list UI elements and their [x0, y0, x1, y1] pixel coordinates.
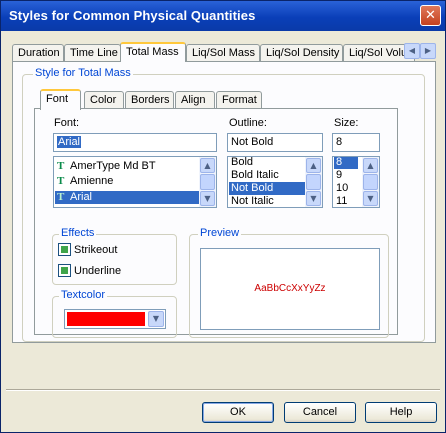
scroll-thumb[interactable] [200, 174, 215, 190]
button-separator [6, 389, 440, 391]
outline-option[interactable]: Not Italic [229, 195, 306, 207]
size-label: Size: [334, 117, 359, 129]
outline-label: Outline: [229, 117, 267, 129]
tab-font[interactable]: Font [40, 89, 81, 110]
font-option[interactable]: T AmerType Md BT [55, 160, 199, 173]
scroll-up-icon[interactable]: ▲ [363, 158, 378, 173]
font-option[interactable]: T Amienne [55, 175, 199, 188]
underline-label: Underline [74, 264, 122, 277]
outline-option-selected[interactable]: Not Bold [229, 182, 306, 195]
help-button[interactable]: Help [365, 402, 437, 423]
tab-duration[interactable]: Duration [12, 44, 64, 62]
outline-list[interactable]: Bold Bold Italic Not Bold Not Italic ▲ ▼ [227, 156, 323, 208]
ok-button[interactable]: OK [202, 402, 274, 423]
chevron-down-icon[interactable]: ▼ [148, 311, 164, 327]
tab-color[interactable]: Color [84, 91, 124, 109]
close-icon: ✕ [425, 8, 436, 23]
cancel-button[interactable]: Cancel [284, 402, 356, 423]
close-button[interactable]: ✕ [420, 5, 441, 26]
title-bar[interactable]: Styles for Common Physical Quantities ✕ [1, 1, 445, 31]
tab-borders[interactable]: Borders [125, 91, 174, 109]
tab-scroll-left-icon[interactable]: ◀ [404, 43, 420, 59]
tab-total-mass[interactable]: Total Mass [120, 42, 186, 62]
font-list[interactable]: T AmerType Md BT T Amienne T Arial ▲ ▼ [53, 156, 217, 208]
font-input-value: Arial [57, 136, 82, 148]
style-group-label: Style for Total Mass [33, 67, 133, 79]
size-option[interactable]: 9 [334, 169, 358, 182]
scroll-down-icon[interactable]: ▼ [200, 191, 215, 206]
outline-list-scrollbar[interactable]: ▲ ▼ [305, 157, 322, 207]
outline-option[interactable]: Bold Italic [229, 169, 306, 182]
scroll-down-icon[interactable]: ▼ [363, 191, 378, 206]
textcolor-swatch [67, 312, 145, 326]
quantity-tabs: Duration Time Line Total Mass Liq/Sol Ma… [12, 42, 436, 62]
truetype-font-icon: T [57, 160, 65, 172]
scroll-up-icon[interactable]: ▲ [306, 158, 321, 173]
truetype-font-icon: T [57, 175, 65, 187]
size-input[interactable]: 8 [332, 133, 380, 152]
size-list-scrollbar[interactable]: ▲ ▼ [362, 157, 379, 207]
tab-format[interactable]: Format [216, 91, 262, 109]
scroll-thumb[interactable] [306, 174, 321, 190]
size-option[interactable]: 11 [334, 195, 358, 207]
style-tabs: Font Color Borders Align Format [34, 89, 264, 110]
font-input[interactable]: Arial [53, 133, 217, 152]
window-title: Styles for Common Physical Quantities [9, 8, 256, 23]
strikeout-checkbox-box[interactable] [58, 243, 71, 256]
underline-checkbox[interactable]: Underline [58, 264, 121, 278]
preview-label: Preview [198, 227, 242, 239]
tab-liq-sol-mass[interactable]: Liq/Sol Mass [186, 44, 260, 62]
outline-input[interactable]: Not Bold [227, 133, 323, 152]
truetype-font-icon: T [57, 191, 65, 203]
font-list-scrollbar[interactable]: ▲ ▼ [199, 157, 216, 207]
tab-time-line[interactable]: Time Line [64, 44, 121, 62]
strikeout-checkbox[interactable]: Strikeout [58, 243, 117, 257]
textcolor-dropdown[interactable]: ▼ [64, 309, 166, 329]
tab-scroll-right-icon[interactable]: ▶ [420, 43, 436, 59]
effects-label: Effects [59, 227, 97, 239]
scroll-thumb[interactable] [363, 174, 378, 190]
tab-align[interactable]: Align [175, 91, 215, 109]
tab-liq-sol-density[interactable]: Liq/Sol Density [260, 44, 343, 62]
textcolor-label: Textcolor [59, 289, 108, 301]
styles-dialog: Styles for Common Physical Quantities ✕ … [0, 0, 446, 433]
size-option[interactable]: 10 [334, 182, 358, 195]
scroll-up-icon[interactable]: ▲ [200, 158, 215, 173]
preview-sample-text: AaBbCcXxYyZz [254, 283, 326, 294]
strikeout-label: Strikeout [74, 243, 118, 256]
outline-option[interactable]: Bold [229, 157, 306, 169]
scroll-down-icon[interactable]: ▼ [306, 191, 321, 206]
font-label: Font: [54, 117, 80, 129]
preview-area: AaBbCcXxYyZz [200, 248, 380, 330]
font-option-selected[interactable]: T Arial [55, 191, 199, 204]
size-option-selected[interactable]: 8 [334, 157, 358, 169]
size-list[interactable]: 8 9 10 11 ▲ ▼ [332, 156, 380, 208]
underline-checkbox-box[interactable] [58, 264, 71, 277]
